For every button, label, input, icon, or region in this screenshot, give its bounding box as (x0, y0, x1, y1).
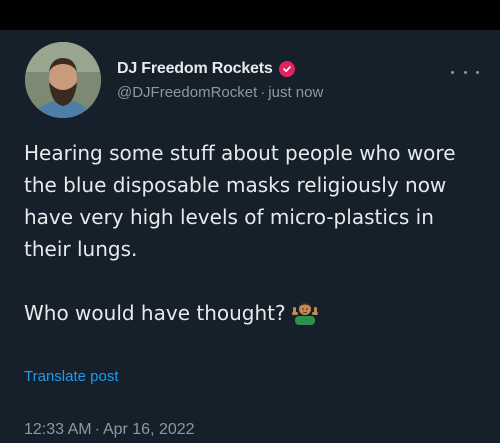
author-name-row[interactable]: DJ Freedom Rockets (117, 57, 295, 81)
timestamp-row[interactable]: 12:33 AM · Apr 16, 2022 (24, 421, 195, 439)
more-options-button[interactable] (451, 64, 479, 80)
tweet-text: Hearing some stuff about people who wore… (24, 137, 484, 329)
tweet-paragraph-2-text: Who would have thought? (24, 301, 286, 325)
handle-row: @DJFreedomRocket · just now (117, 81, 323, 103)
avatar-image (25, 42, 101, 118)
translate-post-link[interactable]: Translate post (24, 368, 119, 385)
top-black-bar (0, 0, 500, 30)
person-shrugging-emoji (291, 299, 318, 325)
screenshot: DJ Freedom Rockets @DJFreedomRocket · ju… (0, 0, 500, 443)
tweet-paragraph-2: Who would have thought? (24, 297, 484, 329)
handle[interactable]: @DJFreedomRocket (117, 84, 257, 101)
timestamp-time[interactable]: 12:33 AM (24, 421, 92, 438)
avatar[interactable] (25, 42, 101, 118)
timestamp-date[interactable]: Apr 16, 2022 (103, 421, 195, 438)
tweet-paragraph-1: Hearing some stuff about people who wore… (24, 141, 456, 261)
time-ago[interactable]: just now (268, 84, 323, 101)
verified-badge-icon (278, 61, 295, 77)
more-horizontal-icon (451, 70, 454, 74)
display-name[interactable]: DJ Freedom Rockets (117, 60, 273, 78)
timestamp-separator: · (94, 421, 100, 438)
handle-separator: · (260, 83, 266, 101)
tweet-card: DJ Freedom Rockets @DJFreedomRocket · ju… (0, 30, 500, 443)
